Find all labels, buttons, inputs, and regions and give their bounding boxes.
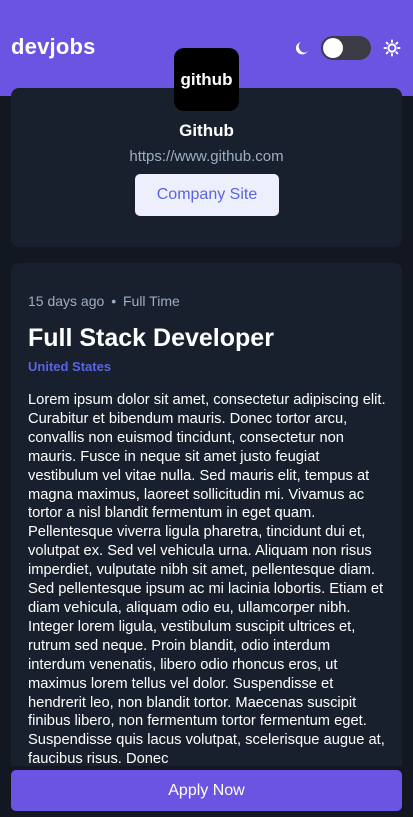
- company-card: Github https://www.github.com Company Si…: [11, 88, 402, 247]
- company-name: Github: [179, 121, 234, 140]
- apply-now-button[interactable]: Apply Now: [11, 770, 402, 811]
- brand-logo[interactable]: devjobs: [11, 34, 96, 60]
- job-detail-page: devjobs Github https://www.github.com Co…: [0, 0, 413, 817]
- company-logo: github: [174, 48, 239, 111]
- job-description: Lorem ipsum dolor sit amet, consectetur …: [28, 392, 386, 768]
- moon-icon: [293, 39, 311, 57]
- job-card: 15 days ago • Full Time Full Stack Devel…: [11, 263, 402, 817]
- job-meta: 15 days ago • Full Time: [28, 293, 180, 309]
- company-site-button[interactable]: Company Site: [135, 174, 279, 216]
- theme-switch-knob: [323, 38, 343, 58]
- company-url: https://www.github.com: [129, 148, 284, 165]
- contract-type: Full Time: [122, 293, 180, 309]
- job-location: United States: [28, 359, 112, 374]
- theme-toggle-group: [293, 36, 401, 60]
- sun-icon: [383, 39, 401, 57]
- meta-separator: •: [111, 293, 117, 309]
- job-title: Full Stack Developer: [28, 324, 274, 352]
- theme-switch[interactable]: [321, 36, 371, 60]
- posted-time: 15 days ago: [28, 293, 105, 309]
